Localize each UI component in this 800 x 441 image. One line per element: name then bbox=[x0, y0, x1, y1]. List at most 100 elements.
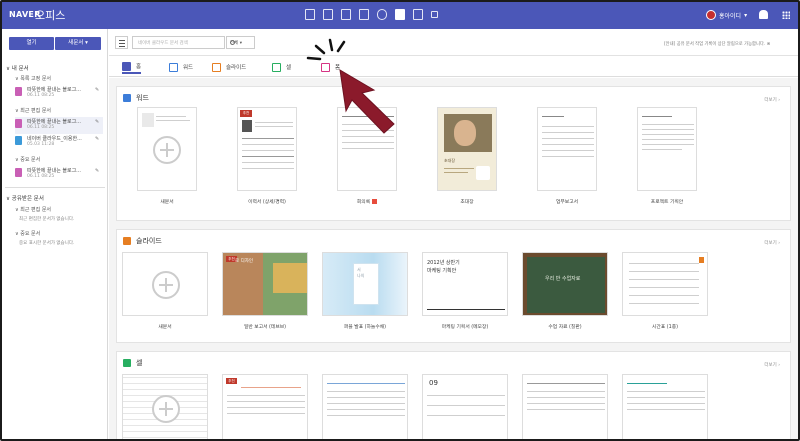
list-item[interactable]: 네이버 클라우드_이용한... 05.03 11:28 ✎ bbox=[15, 134, 103, 151]
list-item[interactable]: 따뜻한에 끝내는 블로그... 06.11 08:25 ✎ bbox=[15, 85, 103, 102]
toolbar: 네이버 클라우드 문서 검색 전체 ▾ [안내] 공유 문서 작업 기록이 상단… bbox=[109, 29, 798, 56]
template-card[interactable]: 추천 bbox=[222, 374, 308, 439]
list-item[interactable]: 따뜻한에 끝내는 블로그... 06.11 08:25 ✎ bbox=[15, 166, 103, 183]
app-switcher bbox=[305, 9, 438, 20]
template-card[interactable]: 2012년 상반기 마케팅 기획안 마케팅 기획서 (메모장) bbox=[422, 252, 508, 330]
menu-toggle-button[interactable] bbox=[115, 36, 128, 49]
tab-slide[interactable]: 슬라이드 bbox=[212, 60, 246, 74]
template-card[interactable] bbox=[522, 374, 608, 439]
home-grid-icon bbox=[122, 61, 131, 71]
top-bar: NAVER 오피스 홍아이디 ▾ bbox=[2, 2, 798, 29]
home-icon[interactable] bbox=[413, 9, 423, 20]
more-link[interactable]: 더보기 › bbox=[764, 97, 780, 103]
template-card[interactable]: 초대장 초대장 bbox=[435, 107, 499, 205]
pin-icon[interactable]: ✎ bbox=[95, 168, 99, 174]
section-title: 워드 bbox=[123, 93, 149, 103]
template-card[interactable]: 새문서 bbox=[135, 107, 199, 205]
list-item[interactable]: 따뜻한에 끝내는 블로그... 06.11 08:25 ✎ bbox=[15, 117, 103, 134]
template-thumbnail bbox=[122, 252, 208, 316]
template-card[interactable]: 서 나의 퍼블 발표 (하늘수채) bbox=[322, 252, 408, 330]
template-card[interactable]: 업무보고서 bbox=[535, 107, 599, 205]
template-thumbnail bbox=[322, 374, 408, 439]
word-section: 워드 더보기 › 새문서 추천 이력서 (상세/경력) 회의록 초대장 초대장 … bbox=[116, 86, 791, 221]
pinned-docs-heading[interactable]: ∨ 목록 고정 문서 bbox=[15, 75, 51, 82]
shared-recent-heading[interactable]: ∨ 최근 편집 문서 bbox=[15, 206, 51, 213]
new-doc-button[interactable]: 새문서 ▾ bbox=[55, 37, 101, 50]
template-card[interactable]: 추천 이력서 (상세/경력) bbox=[235, 107, 299, 205]
template-thumbnail bbox=[522, 374, 608, 439]
important-heading[interactable]: ∨ 중요 문서 bbox=[15, 156, 40, 163]
tab-home[interactable]: 홈 bbox=[122, 60, 142, 74]
search-input[interactable]: 네이버 클라우드 문서 검색 bbox=[132, 36, 235, 49]
more-icon[interactable] bbox=[431, 11, 438, 18]
slide-icon bbox=[123, 237, 131, 245]
template-card[interactable]: 회의록 bbox=[335, 107, 399, 205]
add-icon bbox=[152, 395, 180, 423]
template-card[interactable]: 시간표 (1종) bbox=[622, 252, 708, 330]
template-card[interactable]: 추천 로 디자인 일반 보고서 (테브브) bbox=[222, 252, 308, 330]
user-menu[interactable]: 홍아이디 ▾ bbox=[706, 10, 747, 20]
template-card[interactable]: 새문서 bbox=[122, 252, 208, 330]
template-thumbnail: 서 나의 bbox=[322, 252, 408, 316]
template-thumbnail: 추천 bbox=[237, 107, 297, 191]
bell-icon[interactable] bbox=[759, 10, 768, 19]
template-card[interactable] bbox=[622, 374, 708, 439]
template-thumbnail bbox=[137, 107, 197, 191]
cloud-icon[interactable] bbox=[377, 9, 387, 20]
grid-menu-icon[interactable] bbox=[782, 11, 790, 19]
cell-section: 셀 더보기 › 추천 09 bbox=[116, 351, 791, 439]
template-card[interactable]: 우리 반 수업자료 수업 자료 (칠판) bbox=[522, 252, 608, 330]
pin-icon[interactable]: ✎ bbox=[95, 119, 99, 125]
tab-form[interactable]: 폼 bbox=[321, 60, 340, 74]
section-title: 슬라이드 bbox=[123, 236, 162, 246]
word-icon bbox=[169, 62, 178, 72]
open-button[interactable]: 열기 bbox=[9, 37, 54, 50]
notice-text[interactable]: [안내] 공유 문서 작업 기록이 상단 알림으로 가능합니다. ⊗ bbox=[664, 41, 770, 47]
product-title[interactable]: 오피스 bbox=[35, 7, 65, 23]
cell-icon bbox=[123, 359, 131, 367]
form-doc-icon bbox=[15, 119, 22, 128]
empty-message: 중요 표시한 문서가 없습니다. bbox=[19, 241, 75, 246]
template-thumbnail bbox=[122, 374, 208, 439]
template-name: 회의록 bbox=[335, 198, 399, 205]
office-icon[interactable] bbox=[395, 9, 405, 20]
empty-message: 최근 편집한 문서가 없습니다. bbox=[19, 217, 75, 222]
slide-section: 슬라이드 더보기 › 새문서 추천 로 디자인 일반 보고서 (테브브) 서 나… bbox=[116, 229, 791, 343]
template-card[interactable] bbox=[122, 374, 208, 439]
more-link[interactable]: 더보기 › bbox=[764, 240, 780, 246]
tab-word[interactable]: 워드 bbox=[169, 60, 193, 74]
template-card[interactable] bbox=[322, 374, 408, 439]
section-title: 셀 bbox=[123, 358, 142, 368]
mail-icon[interactable] bbox=[305, 9, 315, 20]
form-doc-icon bbox=[15, 87, 22, 96]
calendar-icon[interactable] bbox=[323, 9, 333, 20]
divider bbox=[5, 187, 105, 188]
form-icon bbox=[321, 62, 330, 72]
template-thumbnail: 추천 bbox=[222, 374, 308, 439]
avatar bbox=[706, 10, 716, 20]
pin-icon[interactable]: ✎ bbox=[95, 136, 99, 142]
more-link[interactable]: 더보기 › bbox=[764, 362, 780, 368]
my-docs-heading[interactable]: ∨ 내 문서 bbox=[6, 64, 29, 72]
word-icon bbox=[123, 94, 131, 102]
slide-icon bbox=[212, 62, 221, 72]
cell-icon bbox=[272, 62, 281, 72]
pin-icon[interactable]: ✎ bbox=[95, 87, 99, 93]
add-icon bbox=[152, 271, 180, 299]
memo-icon[interactable] bbox=[341, 9, 351, 20]
tab-cell[interactable]: 셀 bbox=[272, 60, 291, 74]
template-thumbnail: 09 bbox=[422, 374, 508, 439]
template-thumbnail: 초대장 bbox=[437, 107, 497, 191]
template-card[interactable]: 09 bbox=[422, 374, 508, 439]
search-scope-select[interactable]: 전체 ▾ bbox=[226, 36, 255, 49]
shared-docs-heading[interactable]: ∨ 공유받은 문서 bbox=[6, 194, 44, 202]
contacts-icon[interactable] bbox=[359, 9, 369, 20]
user-name: 홍아이디 bbox=[719, 12, 742, 20]
recent-edited-heading[interactable]: ∨ 최근 편집 문서 bbox=[15, 107, 51, 114]
app-window: NAVER 오피스 홍아이디 ▾ 열기 새문서 ▾ ∨ 내 문서 ∨ 목록 고정… bbox=[0, 0, 800, 441]
template-card[interactable]: 프로젝트 기획안 bbox=[635, 107, 699, 205]
sidebar: 열기 새문서 ▾ ∨ 내 문서 ∨ 목록 고정 문서 따뜻한에 끝내는 블로그.… bbox=[2, 29, 108, 439]
shared-important-heading[interactable]: ∨ 중요 문서 bbox=[15, 230, 40, 237]
template-thumbnail bbox=[622, 374, 708, 439]
new-badge bbox=[372, 199, 378, 204]
